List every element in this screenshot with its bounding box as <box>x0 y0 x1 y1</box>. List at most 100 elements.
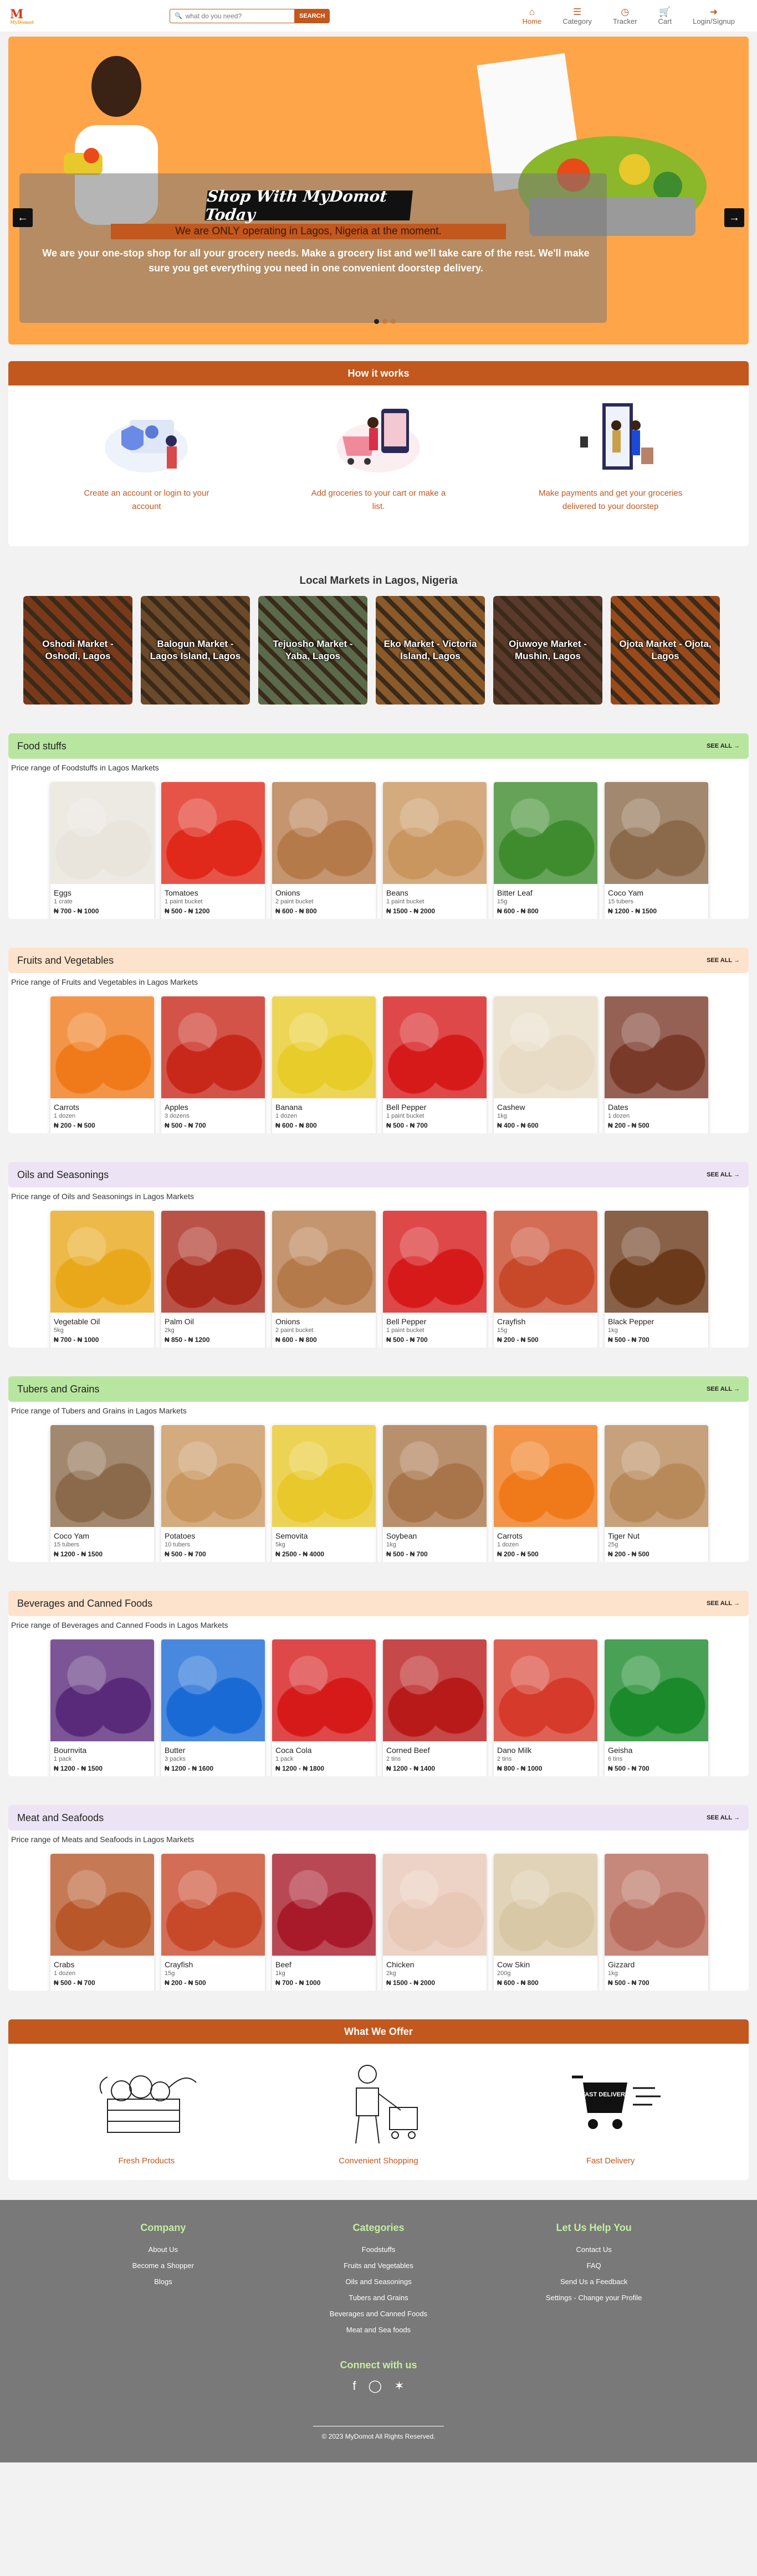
search-bar: 🔍 what do you need? SEARCH <box>170 8 330 23</box>
see-all-link[interactable]: SEE ALL → <box>707 743 740 749</box>
footer-link[interactable]: Beverages and Canned Foods <box>295 2306 462 2322</box>
see-all-link[interactable]: SEE ALL → <box>707 1600 740 1607</box>
footer-link[interactable]: Oils and Seasonings <box>295 2274 462 2290</box>
footer-link[interactable]: Blogs <box>80 2274 246 2290</box>
product-card[interactable]: Crabs 1 dozen ₦ 500 - ₦ 700 <box>50 1854 154 1991</box>
product-card[interactable]: Onions 2 paint bucket ₦ 600 - ₦ 800 <box>272 782 376 919</box>
product-card[interactable]: Tomatoes 1 paint bucket ₦ 500 - ₦ 1200 <box>161 782 265 919</box>
footer-link[interactable]: Meat and Sea foods <box>295 2322 462 2338</box>
market-card[interactable]: Oshodi Market - Oshodi, Lagos <box>23 596 132 705</box>
product-card[interactable]: Corned Beef 2 tins ₦ 1200 - ₦ 1400 <box>383 1639 487 1776</box>
product-name: Apples <box>165 1103 188 1112</box>
see-all-link[interactable]: SEE ALL → <box>707 1814 740 1821</box>
connect-section: Connect with us f ◯ ✶ <box>0 2359 757 2393</box>
product-image <box>605 1425 708 1527</box>
hero-notice: We are ONLY operating in Lagos, Nigeria … <box>111 224 506 239</box>
footer-link[interactable]: Tubers and Grains <box>295 2290 462 2306</box>
next-slide-button[interactable]: → <box>724 208 744 227</box>
product-card[interactable]: Crayfish 15g ₦ 200 - ₦ 500 <box>161 1854 265 1991</box>
nav-category[interactable]: ☰ Category <box>562 7 592 25</box>
product-quantity: 1 crate <box>54 898 73 905</box>
product-image <box>272 1425 376 1527</box>
product-card[interactable]: Crayfish 15g ₦ 200 - ₦ 500 <box>494 1211 597 1348</box>
product-card[interactable]: Potatoes 10 tubers ₦ 500 - ₦ 700 <box>161 1425 265 1562</box>
fast-delivery-icon: FAST DELIVERY <box>571 2075 661 2129</box>
step-text: Make payments and get your groceries del… <box>538 489 683 511</box>
footer-link[interactable]: Settings - Change your Profile <box>511 2290 677 2306</box>
footer-link[interactable]: Send Us a Feedback <box>511 2274 677 2290</box>
see-all-link[interactable]: SEE ALL → <box>707 1171 740 1178</box>
nav-home[interactable]: ⌂ Home <box>523 7 542 25</box>
market-card[interactable]: Eko Market - Victoria Island, Lagos <box>376 596 485 705</box>
product-card[interactable]: Soybean 1kg ₦ 500 - ₦ 700 <box>383 1425 487 1562</box>
product-quantity: 5kg <box>275 1541 285 1548</box>
footer-link[interactable]: Fruits and Vegetables <box>295 2258 462 2274</box>
product-card[interactable]: Beef 1kg ₦ 700 - ₦ 1000 <box>272 1854 376 1991</box>
product-name: Black Pepper <box>608 1317 654 1326</box>
search-input[interactable]: 🔍 what do you need? <box>170 8 294 23</box>
slide-dot[interactable] <box>391 319 396 324</box>
product-card[interactable]: Dates 1 dozen ₦ 200 - ₦ 500 <box>605 996 708 1133</box>
market-card[interactable]: Ojota Market - Ojota, Lagos <box>611 596 720 705</box>
product-row: Crabs 1 dozen ₦ 500 - ₦ 700 Crayfish 15g ₦ 20… <box>8 1844 749 1991</box>
product-card[interactable]: Apples 3 dozens ₦ 500 - ₦ 700 <box>161 996 265 1133</box>
product-card[interactable]: Beans 1 paint bucket ₦ 1500 - ₦ 2000 <box>383 782 487 919</box>
see-all-link[interactable]: SEE ALL → <box>707 1386 740 1392</box>
instagram-icon[interactable]: ◯ <box>369 2379 382 2393</box>
market-card[interactable]: Balogun Market - Lagos Island, Lagos <box>141 596 250 705</box>
product-card[interactable]: Butter 3 packs ₦ 1200 - ₦ 1600 <box>161 1639 265 1776</box>
market-card[interactable]: Ojuwoye Market - Mushin, Lagos <box>493 596 602 705</box>
product-quantity: 1kg <box>608 1970 618 1977</box>
product-card[interactable]: Eggs 1 crate ₦ 700 - ₦ 1000 <box>50 782 154 919</box>
product-card[interactable]: Banana 1 dozen ₦ 600 - ₦ 800 <box>272 996 376 1133</box>
market-card[interactable]: Tejuosho Market - Yaba, Lagos <box>258 596 367 705</box>
footer-link[interactable]: FAQ <box>511 2258 677 2274</box>
nav-login[interactable]: ➜ Login/Signup <box>693 7 735 25</box>
product-card[interactable]: Chicken 2kg ₦ 1500 - ₦ 2000 <box>383 1854 487 1991</box>
product-card[interactable]: Cow Skin 200g ₦ 600 - ₦ 800 <box>494 1854 597 1991</box>
product-quantity: 2 paint bucket <box>275 1327 314 1334</box>
product-card[interactable]: Gizzard 1kg ₦ 500 - ₦ 700 <box>605 1854 708 1991</box>
product-card[interactable]: Carrots 1 dozen ₦ 200 - ₦ 500 <box>50 996 154 1133</box>
product-card[interactable]: Cashew 1kg ₦ 400 - ₦ 600 <box>494 996 597 1133</box>
product-image <box>494 996 597 1098</box>
product-card[interactable]: Coca Cola 1 pack ₦ 1200 - ₦ 1800 <box>272 1639 376 1776</box>
product-card[interactable]: Onions 2 paint bucket ₦ 600 - ₦ 800 <box>272 1211 376 1348</box>
product-name: Bell Pepper <box>386 1103 427 1112</box>
nav-cart[interactable]: 🛒 Cart <box>658 7 672 25</box>
facebook-icon[interactable]: f <box>352 2379 356 2393</box>
product-card[interactable]: Palm Oil 2kg ₦ 850 - ₦ 1200 <box>161 1211 265 1348</box>
prev-slide-button[interactable]: ← <box>13 208 33 227</box>
footer-link[interactable]: About Us <box>80 2241 246 2258</box>
product-card[interactable]: Bitter Leaf 15g ₦ 600 - ₦ 800 <box>494 782 597 919</box>
product-card[interactable]: Dano Milk 2 tins ₦ 800 - ₦ 1000 <box>494 1639 597 1776</box>
product-image <box>494 782 597 884</box>
product-quantity: 15 tubers <box>608 898 633 905</box>
nav-tracker[interactable]: ◷ Tracker <box>613 7 637 25</box>
slide-dot[interactable] <box>382 319 387 324</box>
product-card[interactable]: Coco Yam 15 tubers ₦ 1200 - ₦ 1500 <box>605 782 708 919</box>
product-card[interactable]: Carrots 1 dozen ₦ 200 - ₦ 500 <box>494 1425 597 1562</box>
markets-list: Oshodi Market - Oshodi, Lagos Balogun Mar… <box>0 596 757 705</box>
product-card[interactable]: Coco Yam 15 tubers ₦ 1200 - ₦ 1500 <box>50 1425 154 1562</box>
product-card[interactable]: Tiger Nut 25g ₦ 200 - ₦ 500 <box>605 1425 708 1562</box>
logo[interactable]: M MyDomot <box>10 7 43 25</box>
product-name: Chicken <box>386 1960 415 1969</box>
product-card[interactable]: Semovita 5kg ₦ 2500 - ₦ 4000 <box>272 1425 376 1562</box>
footer-link[interactable]: Foodstuffs <box>295 2241 462 2258</box>
product-card[interactable]: Bell Pepper 1 paint bucket ₦ 500 - ₦ 700 <box>383 1211 487 1348</box>
product-card[interactable]: Bournvita 1 pack ₦ 1200 - ₦ 1500 <box>50 1639 154 1776</box>
category-subtitle: Price range of Fruits and Vegetables in … <box>11 978 198 986</box>
search-button[interactable]: SEARCH <box>294 8 330 23</box>
product-card[interactable]: Black Pepper 1kg ₦ 500 - ₦ 700 <box>605 1211 708 1348</box>
see-all-link[interactable]: SEE ALL → <box>707 957 740 964</box>
product-name: Dates <box>608 1103 628 1112</box>
product-card[interactable]: Bell Pepper 1 paint bucket ₦ 500 - ₦ 700 <box>383 996 487 1133</box>
product-card[interactable]: Vegetable Oil 5kg ₦ 700 - ₦ 1000 <box>50 1211 154 1348</box>
twitter-icon[interactable]: ✶ <box>394 2379 404 2393</box>
footer-link[interactable]: Contact Us <box>511 2241 677 2258</box>
footer-link[interactable]: Become a Shopper <box>80 2258 246 2274</box>
slide-dot[interactable] <box>374 319 379 324</box>
see-all-label: SEE ALL <box>707 1600 732 1607</box>
product-card[interactable]: Geisha 6 tins ₦ 500 - ₦ 700 <box>605 1639 708 1776</box>
